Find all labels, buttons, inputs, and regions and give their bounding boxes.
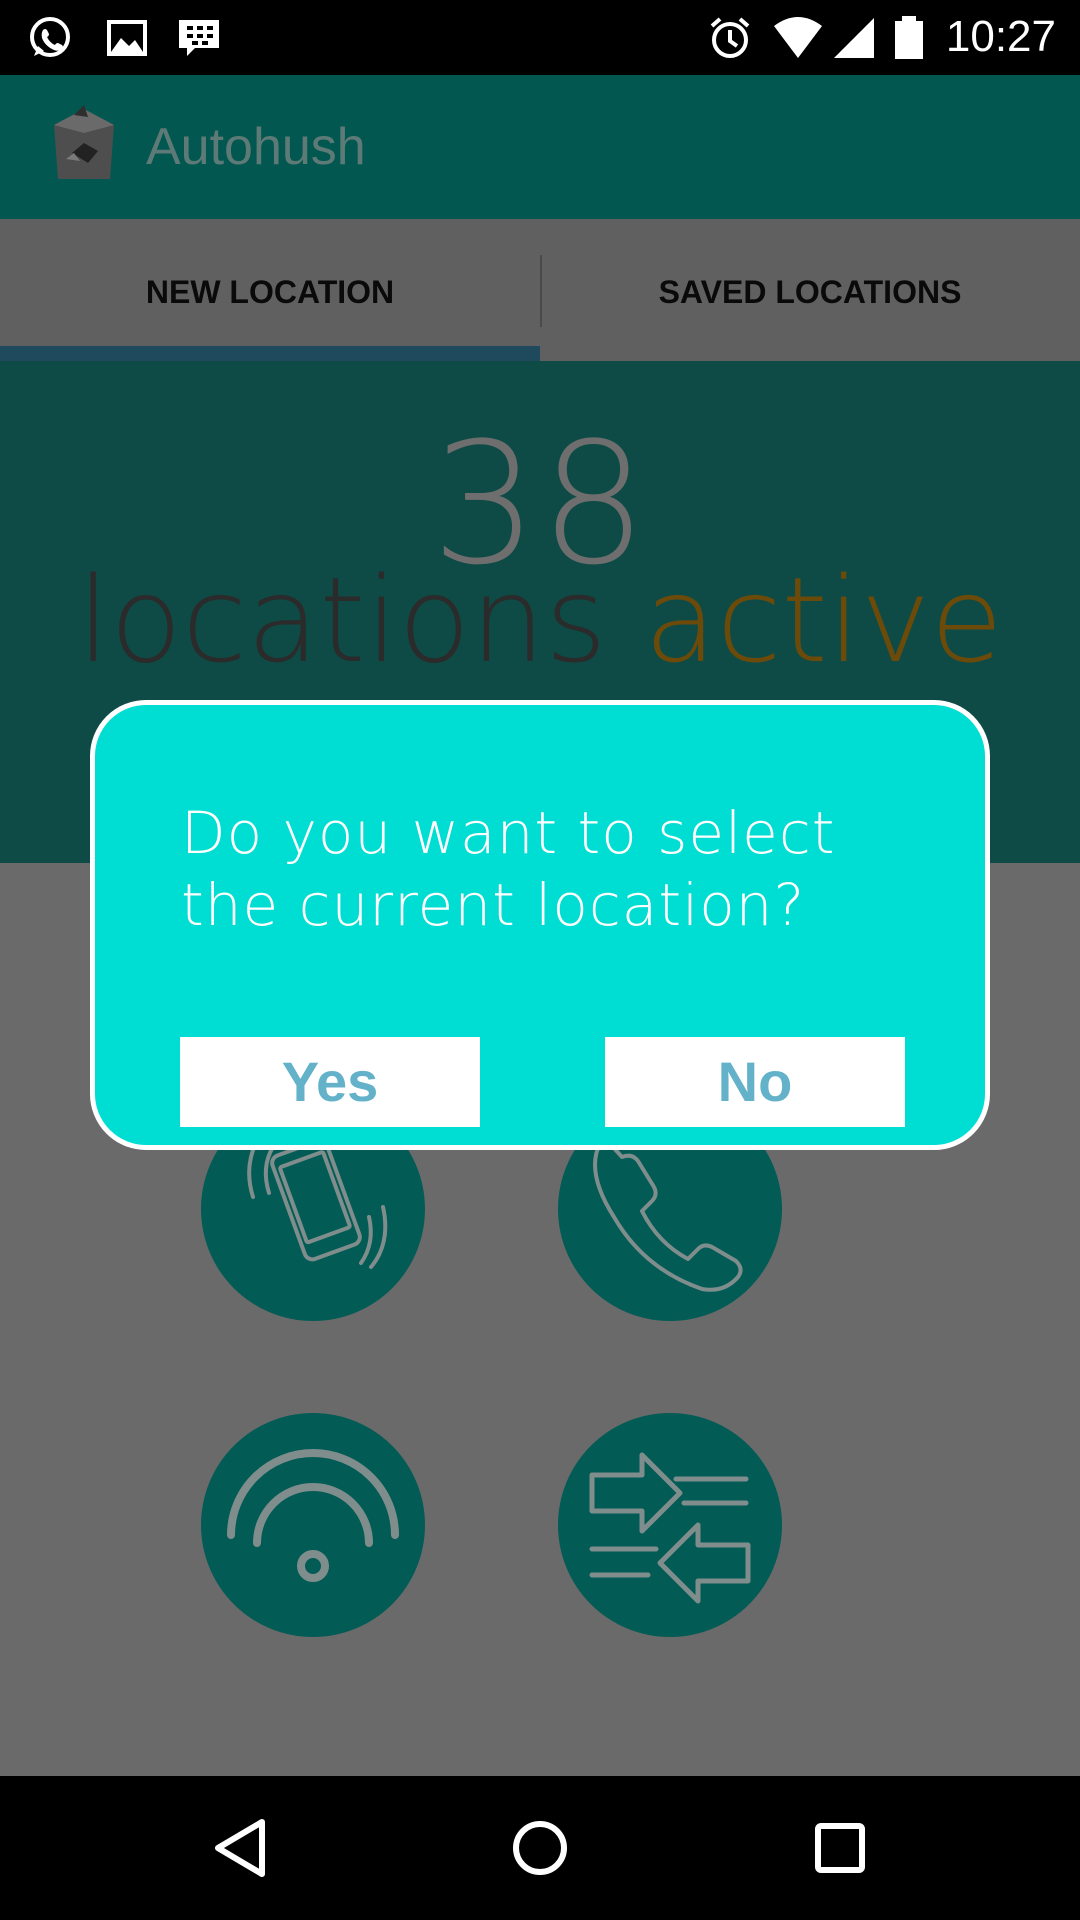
tab-saved-locations[interactable]: SAVED LOCATIONS — [540, 219, 1080, 361]
status-bar: 10:27 — [0, 0, 1080, 75]
signal-icon — [834, 18, 874, 58]
home-icon[interactable] — [504, 1812, 576, 1884]
wifi-mode-button[interactable] — [201, 1413, 425, 1637]
back-icon[interactable] — [204, 1812, 276, 1884]
no-button[interactable]: No — [605, 1037, 905, 1127]
alarm-icon — [710, 17, 750, 58]
gallery-icon — [107, 20, 147, 56]
status-time: 10:27 — [945, 12, 1056, 61]
tab-bar: NEW LOCATION SAVED LOCATIONS — [0, 219, 1080, 361]
wifi-icon — [227, 1449, 399, 1582]
app-bar: Autohush — [0, 75, 1080, 219]
active-word: active — [644, 551, 1003, 689]
recents-icon[interactable] — [804, 1812, 876, 1884]
battery-icon — [895, 16, 923, 59]
yes-button[interactable]: Yes — [180, 1037, 480, 1127]
dialog-message: Do you want to select the current locati… — [181, 799, 836, 939]
sync-arrows-icon — [589, 1452, 751, 1604]
bbm-icon — [179, 20, 219, 56]
navigation-bar — [0, 1776, 1080, 1920]
locations-word: locations — [77, 551, 607, 689]
app-title: Autohush — [146, 118, 366, 176]
tab-selected-indicator — [0, 346, 540, 361]
active-locations-label: locations active — [0, 551, 1080, 689]
tab-new-location[interactable]: NEW LOCATION — [0, 219, 540, 361]
app-logo-icon — [54, 105, 114, 179]
sync-mode-button[interactable] — [558, 1413, 782, 1637]
select-location-dialog: Do you want to select the current locati… — [90, 700, 990, 1150]
wifi-icon — [774, 17, 822, 58]
whatsapp-icon — [30, 17, 70, 57]
